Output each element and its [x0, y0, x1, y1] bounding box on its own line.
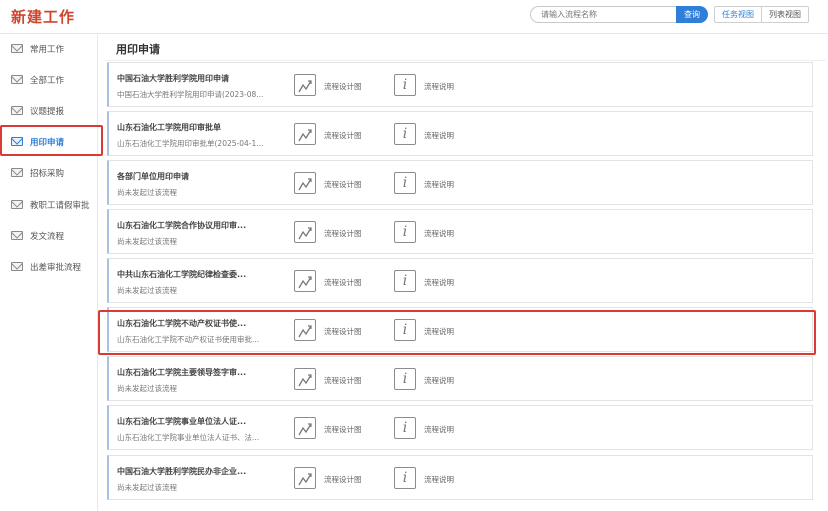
mail-icon [11, 44, 23, 53]
workflow-title[interactable]: 各部门单位用印申请 [117, 171, 277, 182]
sidebar-item-label: 议题提报 [30, 107, 65, 117]
info-icon[interactable]: i [394, 319, 416, 341]
flow-desc-label[interactable]: 流程说明 [424, 375, 454, 386]
workflow-title[interactable]: 山东石油化工学院事业单位法人证... [117, 416, 277, 427]
workflow-card[interactable]: 山东石油化工学院合作协议用印审... 尚未发起过该流程 流程设计图 i 流程说明 [107, 209, 813, 254]
workflow-title[interactable]: 山东石油化工学院合作协议用印审... [117, 220, 277, 231]
workflow-subtitle: 尚未发起过该流程 [117, 384, 177, 393]
workflow-title[interactable]: 山东石油化工学院用印审批单 [117, 122, 277, 133]
sidebar-item-label: 发文流程 [30, 232, 65, 242]
workflow-subtitle: 尚未发起过该流程 [117, 483, 177, 492]
list-view-button[interactable]: 列表视图 [761, 6, 809, 23]
workflow-title[interactable]: 中国石油大学胜利学院民办非企业... [117, 466, 277, 477]
workflow-card[interactable]: 各部门单位用印申请 尚未发起过该流程 流程设计图 i 流程说明 [107, 160, 813, 205]
line-chart-icon[interactable] [294, 368, 316, 390]
line-chart-icon[interactable] [294, 417, 316, 439]
flow-design-label[interactable]: 流程设计图 [324, 179, 362, 190]
workflow-card[interactable]: 山东石油化工学院用印审批单 山东石油化工学院用印审批单(2025-04-1...… [107, 111, 813, 156]
sidebar-item-bidding-procurement[interactable]: 招标采购 [0, 162, 98, 184]
sidebar-item-travel-approval[interactable]: 出差审批流程 [0, 256, 98, 278]
sidebar-item-all-work[interactable]: 全部工作 [0, 69, 98, 91]
sidebar-item-label: 出差审批流程 [30, 263, 82, 273]
workflow-card[interactable]: 中共山东石油化工学院纪律检查委... 尚未发起过该流程 流程设计图 i 流程说明 [107, 258, 813, 303]
search-input[interactable] [530, 6, 676, 23]
mail-icon [11, 137, 23, 146]
flow-design-label[interactable]: 流程设计图 [324, 326, 362, 337]
sidebar-item-topic-report[interactable]: 议题提报 [0, 100, 98, 122]
sidebar-item-seal-application[interactable]: 用印申请 [0, 131, 98, 153]
flow-desc-label[interactable]: 流程说明 [424, 277, 454, 288]
info-icon[interactable]: i [394, 368, 416, 390]
sidebar-item-label: 招标采购 [30, 169, 65, 179]
divider [106, 60, 826, 61]
flow-design-label[interactable]: 流程设计图 [324, 228, 362, 239]
workflow-card[interactable]: 山东石油化工学院事业单位法人证... 山东石油化工学院事业单位法人证书、法...… [107, 405, 813, 450]
flow-desc-label[interactable]: 流程说明 [424, 424, 454, 435]
workflow-card[interactable]: 中国石油大学胜利学院民办非企业... 尚未发起过该流程 流程设计图 i 流程说明 [107, 455, 813, 500]
flow-design-label[interactable]: 流程设计图 [324, 81, 362, 92]
search-button[interactable]: 查询 [676, 6, 708, 23]
workflow-subtitle: 尚未发起过该流程 [117, 188, 177, 197]
info-icon[interactable]: i [394, 270, 416, 292]
main-content: 用印申请 中国石油大学胜利学院用印申请 中国石油大学胜利学院用印申请(2023-… [98, 34, 828, 511]
workflow-card[interactable]: 山东石油化工学院不动产权证书使... 山东石油化工学院不动产权证书使用审批...… [107, 307, 813, 352]
flow-desc-label[interactable]: 流程说明 [424, 179, 454, 190]
workflow-subtitle: 中国石油大学胜利学院用印申请(2023-08... [117, 90, 264, 99]
sidebar-item-document-dispatch[interactable]: 发文流程 [0, 225, 98, 247]
line-chart-icon[interactable] [294, 172, 316, 194]
flow-desc-label[interactable]: 流程说明 [424, 228, 454, 239]
app-title: 新建工作 [11, 8, 76, 26]
sidebar-item-common-work[interactable]: 常用工作 [0, 38, 98, 60]
sidebar-item-label: 常用工作 [30, 45, 65, 55]
workflow-subtitle: 山东石油化工学院用印审批单(2025-04-1... [117, 139, 264, 148]
flow-desc-label[interactable]: 流程说明 [424, 326, 454, 337]
workflow-subtitle: 尚未发起过该流程 [117, 286, 177, 295]
line-chart-icon[interactable] [294, 123, 316, 145]
workflow-title[interactable]: 山东石油化工学院不动产权证书使... [117, 318, 277, 329]
info-icon[interactable]: i [394, 172, 416, 194]
sidebar-item-label: 全部工作 [30, 76, 65, 86]
top-header: 新建工作 查询 任务视图 列表视图 [0, 0, 828, 34]
info-icon[interactable]: i [394, 417, 416, 439]
info-icon[interactable]: i [394, 74, 416, 96]
workflow-card[interactable]: 中国石油大学胜利学院用印申请 中国石油大学胜利学院用印申请(2023-08...… [107, 62, 813, 107]
mail-icon [11, 262, 23, 271]
task-view-button[interactable]: 任务视图 [714, 6, 762, 23]
workflow-card[interactable]: 山东石油化工学院主要领导签字审... 尚未发起过该流程 流程设计图 i 流程说明 [107, 356, 813, 401]
sidebar-item-label: 用印申请 [30, 138, 65, 148]
flow-design-label[interactable]: 流程设计图 [324, 130, 362, 141]
flow-design-label[interactable]: 流程设计图 [324, 474, 362, 485]
workflow-title[interactable]: 中国石油大学胜利学院用印申请 [117, 73, 277, 84]
info-icon[interactable]: i [394, 123, 416, 145]
workflow-title[interactable]: 山东石油化工学院主要领导签字审... [117, 367, 277, 378]
flow-design-label[interactable]: 流程设计图 [324, 375, 362, 386]
mail-icon [11, 75, 23, 84]
line-chart-icon[interactable] [294, 221, 316, 243]
mail-icon [11, 200, 23, 209]
line-chart-icon[interactable] [294, 467, 316, 489]
workflow-subtitle: 尚未发起过该流程 [117, 237, 177, 246]
mail-icon [11, 231, 23, 240]
mail-icon [11, 106, 23, 115]
info-icon[interactable]: i [394, 221, 416, 243]
line-chart-icon[interactable] [294, 270, 316, 292]
flow-desc-label[interactable]: 流程说明 [424, 474, 454, 485]
line-chart-icon[interactable] [294, 319, 316, 341]
flow-design-label[interactable]: 流程设计图 [324, 277, 362, 288]
workflow-title[interactable]: 中共山东石油化工学院纪律检查委... [117, 269, 277, 280]
workflow-subtitle: 山东石油化工学院不动产权证书使用审批... [117, 335, 260, 344]
line-chart-icon[interactable] [294, 74, 316, 96]
flow-desc-label[interactable]: 流程说明 [424, 130, 454, 141]
sidebar-item-label: 教职工请假审批 [30, 201, 90, 211]
page-title: 用印申请 [116, 43, 160, 56]
flow-desc-label[interactable]: 流程说明 [424, 81, 454, 92]
mail-icon [11, 168, 23, 177]
flow-design-label[interactable]: 流程设计图 [324, 424, 362, 435]
info-icon[interactable]: i [394, 467, 416, 489]
sidebar: 常用工作 全部工作 议题提报 用印申请 招标采购 教职工请假审批 发文流程 出差… [0, 34, 98, 511]
workflow-subtitle: 山东石油化工学院事业单位法人证书、法... [117, 433, 260, 442]
sidebar-item-staff-leave[interactable]: 教职工请假审批 [0, 194, 98, 216]
